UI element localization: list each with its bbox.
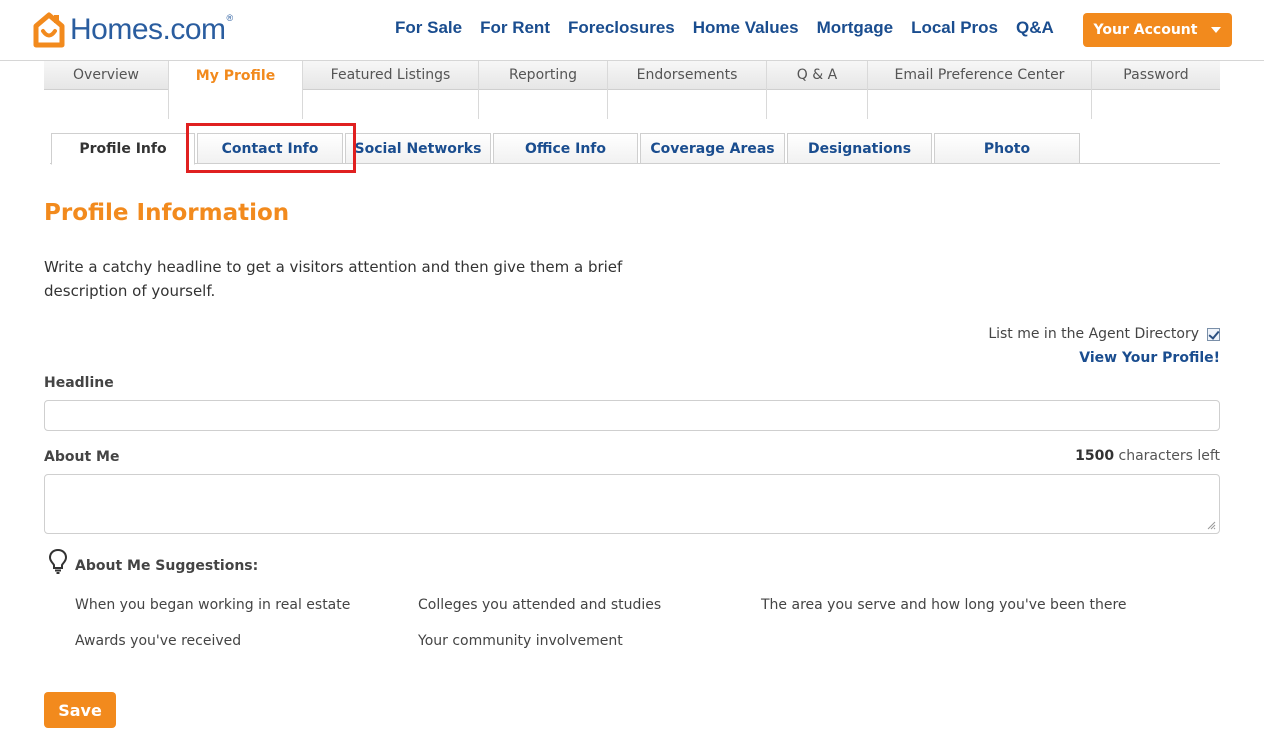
suggestion-item: When you began working in real estate [75,597,351,613]
suggestion-item: Your community involvement [418,633,623,649]
subtab-profile-info[interactable]: Profile Info [51,133,195,165]
nav-foreclosures[interactable]: Foreclosures [568,18,675,38]
subtab-photo[interactable]: Photo [934,133,1080,164]
site-header: Homes.com® For Sale For Rent Foreclosure… [0,0,1264,61]
main-nav: For Sale For Rent Foreclosures Home Valu… [386,18,1063,38]
about-me-textarea[interactable] [44,474,1220,534]
subtab-coverage-areas[interactable]: Coverage Areas [640,133,785,164]
intro-text: Write a catchy headline to get a visitor… [44,258,623,300]
page-title: Profile Information [44,200,290,226]
tab-email-preference-center[interactable]: Email Preference Center [868,61,1092,119]
primary-tabs: Overview My Profile Featured Listings Re… [44,61,1220,119]
agent-directory-label: List me in the Agent Directory [988,326,1199,342]
suggestions-title: About Me Suggestions: [75,558,259,574]
nav-for-rent[interactable]: For Rent [480,18,550,38]
nav-home-values[interactable]: Home Values [693,18,799,38]
suggestions-header: About Me Suggestions: [48,548,258,574]
agent-directory-option[interactable]: List me in the Agent Directory [988,326,1220,342]
resize-grip-icon[interactable] [1206,520,1216,530]
your-account-label: Your Account [1093,22,1198,38]
headline-input[interactable] [44,400,1220,431]
tab-featured-listings[interactable]: Featured Listings [303,61,479,119]
homes-logo[interactable]: Homes.com® [32,12,233,48]
tab-q-and-a[interactable]: Q & A [767,61,868,119]
lightbulb-icon [48,548,68,574]
suggestion-item: Colleges you attended and studies [418,597,662,613]
tab-overview[interactable]: Overview [44,61,169,119]
suggestion-item: The area you serve and how long you've b… [761,597,1127,613]
characters-left-count: 1500 [1075,448,1115,464]
tab-my-profile[interactable]: My Profile [169,61,303,119]
headline-label: Headline [44,375,114,391]
characters-left-counter: 1500 characters left [1075,448,1220,464]
subtab-office-info[interactable]: Office Info [493,133,638,164]
nav-mortgage[interactable]: Mortgage [817,18,894,38]
nav-for-sale[interactable]: For Sale [395,18,462,38]
nav-qa[interactable]: Q&A [1016,18,1054,38]
agent-directory-checkbox[interactable] [1207,327,1220,341]
contact-info-highlight [186,123,356,173]
save-button[interactable]: Save [44,692,116,728]
nav-local-pros[interactable]: Local Pros [911,18,998,38]
subtab-designations[interactable]: Designations [787,133,932,164]
tab-reporting[interactable]: Reporting [479,61,608,119]
logo-wordmark: Homes.com® [70,13,233,46]
house-logo-icon [33,12,65,48]
tab-password[interactable]: Password [1092,61,1220,119]
your-account-button[interactable]: Your Account [1083,13,1232,47]
characters-left-text: characters left [1118,448,1220,464]
suggestion-item: Awards you've received [75,633,242,649]
caret-down-icon [1211,27,1222,33]
view-profile-link[interactable]: View Your Profile! [1079,350,1220,366]
subtab-social-networks[interactable]: Social Networks [345,133,491,164]
about-me-label: About Me [44,449,120,465]
tab-endorsements[interactable]: Endorsements [608,61,767,119]
